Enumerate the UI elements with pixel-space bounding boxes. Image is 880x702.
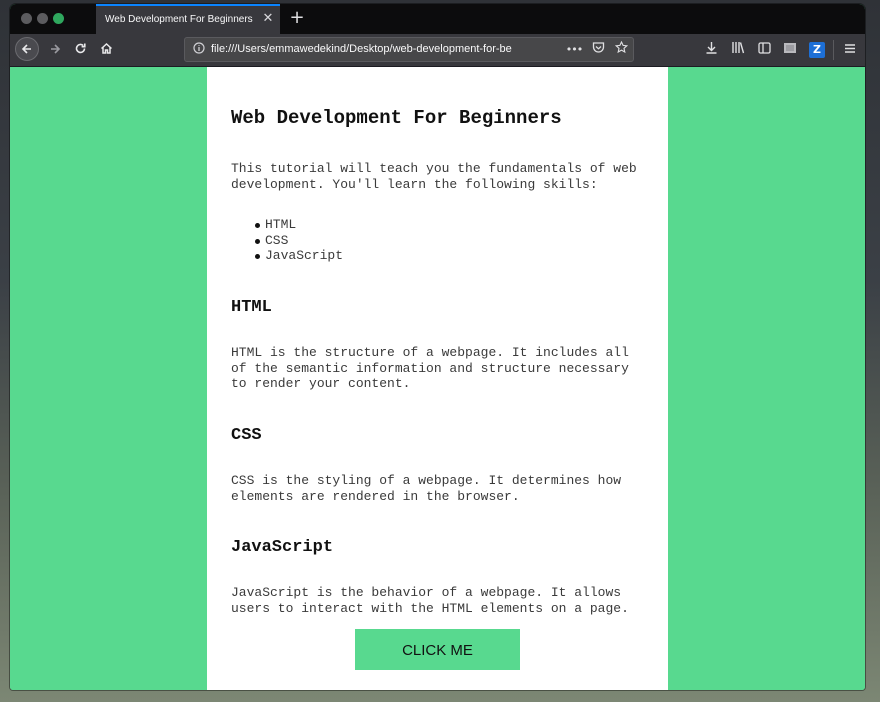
url-text[interactable]: file:///Users/emmawedekind/Desktop/web-d…	[211, 43, 535, 55]
tab-strip: Web Development For Beginners ✕ +	[10, 4, 865, 34]
menu-hamburger-icon[interactable]	[840, 39, 860, 61]
sidebar-toggle-icon[interactable]	[754, 39, 774, 61]
zotero-extension-icon[interactable]: Z	[809, 42, 825, 58]
extension-grid-icon	[784, 43, 796, 53]
downloads-icon[interactable]	[701, 39, 721, 61]
info-circle-icon	[193, 42, 205, 54]
star-icon	[614, 40, 628, 54]
list-item: CSS	[254, 233, 343, 249]
navigation-toolbar: file:///Users/emmawedekind/Desktop/web-d…	[10, 34, 865, 67]
site-info-icon[interactable]	[192, 42, 206, 56]
zoom-window-button[interactable]	[53, 13, 64, 24]
pocket-icon[interactable]	[589, 41, 607, 59]
page-viewport: Web Development For Beginners This tutor…	[10, 67, 865, 690]
skills-list: HTML CSS JavaScript	[231, 217, 343, 264]
page-title: Web Development For Beginners	[231, 107, 562, 129]
extension-icon[interactable]	[780, 39, 800, 61]
back-button[interactable]	[15, 37, 39, 61]
library-books-icon	[732, 42, 745, 54]
forward-arrow-icon	[51, 44, 61, 54]
section-body-css: CSS is the styling of a webpage. It dete…	[231, 473, 622, 504]
minimize-window-button[interactable]	[37, 13, 48, 24]
tab-title: Web Development For Beginners	[105, 14, 253, 25]
bookmark-star-icon[interactable]	[612, 40, 630, 59]
content-card: Web Development For Beginners This tutor…	[207, 67, 668, 690]
click-me-button[interactable]: CLICK ME	[355, 629, 520, 670]
section-heading-html: HTML	[231, 298, 272, 317]
library-icon[interactable]	[728, 39, 748, 61]
section-body-html: HTML is the structure of a webpage. It i…	[231, 345, 629, 391]
url-bar[interactable]: file:///Users/emmawedekind/Desktop/web-d…	[184, 37, 634, 62]
home-icon	[100, 42, 112, 54]
download-arrow-icon	[706, 42, 716, 54]
hamburger-icon	[845, 44, 855, 53]
section-heading-javascript: JavaScript	[231, 538, 334, 557]
close-window-button[interactable]	[21, 13, 32, 24]
intro-paragraph: This tutorial will teach you the fundame…	[231, 161, 637, 192]
home-button[interactable]	[95, 39, 117, 61]
browser-window: Web Development For Beginners ✕ + file:/…	[10, 4, 865, 690]
forward-button[interactable]	[44, 39, 66, 61]
tab-close-icon[interactable]: ✕	[260, 11, 276, 27]
section-heading-css: CSS	[231, 426, 262, 445]
list-item: JavaScript	[254, 248, 344, 263]
page-actions-icon[interactable]: •••	[565, 41, 583, 59]
reload-button[interactable]	[69, 39, 91, 61]
pocket-shield-icon	[592, 42, 604, 53]
back-arrow-icon	[21, 44, 31, 54]
sidebar-panel-icon	[757, 42, 771, 54]
new-tab-button[interactable]: +	[286, 7, 308, 29]
reload-icon	[75, 43, 86, 54]
toolbar-divider	[833, 40, 834, 60]
tab-web-development[interactable]: Web Development For Beginners ✕	[96, 4, 280, 34]
section-body-javascript: JavaScript is the behavior of a webpage.…	[231, 585, 629, 616]
list-item: HTML	[254, 217, 343, 233]
